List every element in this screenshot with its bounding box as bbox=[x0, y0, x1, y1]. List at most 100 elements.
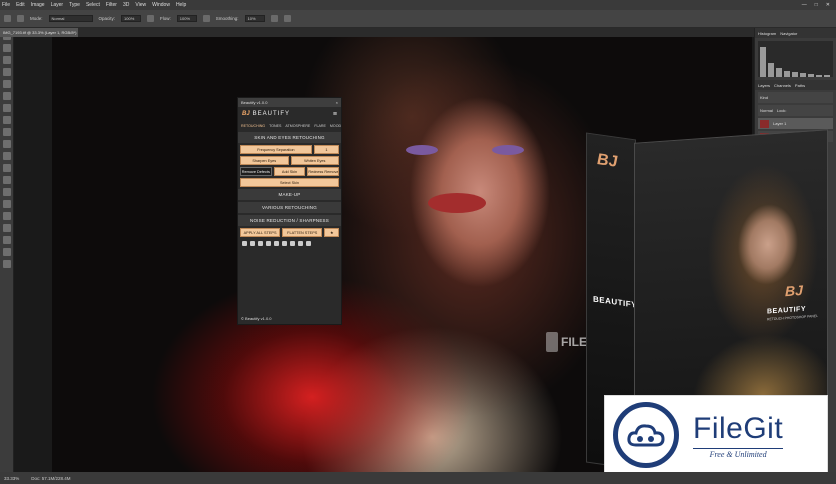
tab-atmosphere[interactable]: ATMOSPHERE bbox=[285, 124, 310, 128]
histogram-bar bbox=[792, 72, 798, 77]
menu-select[interactable]: Select bbox=[86, 2, 100, 8]
flow-field[interactable]: 100% bbox=[176, 15, 197, 22]
menu-layer[interactable]: Layer bbox=[51, 2, 64, 8]
pen-tool-icon[interactable] bbox=[2, 200, 11, 208]
remove-defects-button[interactable]: Remove Defects bbox=[240, 167, 272, 176]
grid-icon[interactable] bbox=[306, 241, 311, 246]
button-row: Sharpen Eyes Whiten Eyes bbox=[238, 156, 341, 165]
zoom-tool-icon[interactable] bbox=[2, 260, 11, 268]
tab-tones[interactable]: TONES bbox=[269, 124, 281, 128]
apply-all-steps-button[interactable]: APPLY ALL STEPS bbox=[240, 228, 281, 237]
document-tab[interactable]: IMG_7193.tif @ 33.3% (Layer 1, RGB/8*) bbox=[0, 28, 78, 37]
histogram-bar bbox=[784, 71, 790, 77]
blend-mode-select[interactable]: Normal bbox=[760, 108, 773, 113]
minimize-button[interactable]: — bbox=[802, 2, 807, 8]
menu-image[interactable]: Image bbox=[31, 2, 45, 8]
pressure-opacity-icon[interactable] bbox=[147, 15, 155, 22]
section-various-retouching[interactable]: VARIOUS RETOUCHING bbox=[238, 202, 341, 213]
shape-tool-icon[interactable] bbox=[2, 236, 11, 244]
healing-tool-icon[interactable] bbox=[2, 104, 11, 112]
hand-tool-icon[interactable] bbox=[2, 248, 11, 256]
dodge-icon[interactable] bbox=[274, 241, 279, 246]
maximize-button[interactable]: □ bbox=[815, 2, 818, 8]
burn-icon[interactable] bbox=[282, 241, 287, 246]
right-eye-makeup bbox=[492, 145, 524, 155]
airbrush-icon[interactable] bbox=[202, 15, 210, 22]
blur-tool-icon[interactable] bbox=[2, 176, 11, 184]
brush-tool-icon[interactable] bbox=[4, 15, 11, 22]
close-button[interactable]: ✕ bbox=[826, 2, 830, 8]
eraser-tool-icon[interactable] bbox=[2, 152, 11, 160]
filegit-logo bbox=[613, 402, 679, 468]
history-brush-icon[interactable] bbox=[2, 140, 11, 148]
panel-close-icon[interactable]: × bbox=[336, 98, 338, 107]
lasso-tool-icon[interactable] bbox=[2, 56, 11, 64]
section-skin-eyes[interactable]: SKIN AND EYES RETOUCHING bbox=[238, 132, 341, 143]
quick-select-tool-icon[interactable] bbox=[2, 68, 11, 76]
cloud-icon[interactable] bbox=[298, 241, 303, 246]
sharpen-eyes-button[interactable]: Sharpen Eyes bbox=[240, 156, 289, 165]
type-tool-icon[interactable] bbox=[2, 212, 11, 220]
square-icon[interactable] bbox=[250, 241, 255, 246]
tab-mood[interactable]: MOOD bbox=[330, 124, 341, 128]
menu-window[interactable]: Window bbox=[152, 2, 170, 8]
flatten-steps-button[interactable]: FLATTEN STEPS bbox=[282, 228, 323, 237]
menu-type[interactable]: Type bbox=[69, 2, 80, 8]
select-skin-button[interactable]: Select Skin bbox=[240, 178, 339, 187]
doc-size: Doc: 57.1M/228.4M bbox=[31, 475, 71, 481]
opacity-field[interactable]: 100% bbox=[121, 15, 142, 22]
stamp-icon[interactable] bbox=[266, 241, 271, 246]
mode-select[interactable]: Normal bbox=[48, 15, 93, 22]
tab-retouching[interactable]: RETOUCHING bbox=[241, 124, 265, 128]
filegit-badge: FileGit Free & Unlimited bbox=[604, 395, 828, 475]
tab-channels[interactable]: Channels bbox=[774, 83, 791, 88]
pen-icon[interactable] bbox=[258, 241, 263, 246]
layer-name[interactable]: Layer 1 bbox=[773, 121, 786, 126]
symmetry-icon[interactable] bbox=[283, 15, 291, 22]
crop-tool-icon[interactable] bbox=[2, 80, 11, 88]
whiten-eyes-button[interactable]: Whiten Eyes bbox=[290, 156, 339, 165]
cloud-icon bbox=[627, 424, 665, 447]
dodge-tool-icon[interactable] bbox=[2, 188, 11, 196]
tools-panel bbox=[0, 28, 14, 472]
menu-file[interactable]: File bbox=[2, 2, 10, 8]
menu-filter[interactable]: Filter bbox=[106, 2, 117, 8]
filegit-tagline: Free & Unlimited bbox=[693, 447, 784, 459]
tab-layers[interactable]: Layers bbox=[758, 83, 770, 88]
kind-filter[interactable]: Kind bbox=[760, 95, 768, 100]
brush-tool-icon[interactable] bbox=[2, 116, 11, 124]
beautify-footer: © Beautify v1.0.0 bbox=[241, 316, 272, 321]
brush-icon[interactable] bbox=[242, 241, 247, 246]
blend-mode-row[interactable]: Normal Lock: bbox=[758, 105, 833, 116]
favorite-button[interactable]: ★ bbox=[324, 228, 339, 237]
tab-flare[interactable]: FLARE bbox=[314, 124, 326, 128]
brush-preset-icon[interactable] bbox=[17, 15, 24, 22]
tab-paths[interactable]: Paths bbox=[795, 83, 805, 88]
section-makeup[interactable]: MAKE-UP bbox=[238, 189, 341, 200]
menu-help[interactable]: Help bbox=[176, 2, 186, 8]
add-skin-button[interactable]: Add Skin bbox=[273, 167, 306, 176]
menu-view[interactable]: View bbox=[135, 2, 146, 8]
layer-filter[interactable]: Kind bbox=[758, 92, 833, 103]
eyedropper-icon[interactable] bbox=[290, 241, 295, 246]
tab-navigator[interactable]: Navigator bbox=[780, 31, 797, 36]
tab-histogram[interactable]: Histogram bbox=[758, 31, 776, 36]
hamburger-menu-icon[interactable]: ≡ bbox=[333, 111, 337, 118]
menu-edit[interactable]: Edit bbox=[16, 2, 25, 8]
eyedropper-tool-icon[interactable] bbox=[2, 92, 11, 100]
frequency-layers-button[interactable]: 1 bbox=[313, 145, 339, 154]
beautify-titlebar[interactable]: Beautify v1.0.0 × bbox=[238, 98, 341, 107]
smoothing-field[interactable]: 10% bbox=[244, 15, 265, 22]
marquee-tool-icon[interactable] bbox=[2, 44, 11, 52]
stamp-tool-icon[interactable] bbox=[2, 128, 11, 136]
frequency-separation-button[interactable]: Frequency Separation bbox=[240, 145, 312, 154]
menu-3d[interactable]: 3D bbox=[123, 2, 129, 8]
button-row: APPLY ALL STEPS FLATTEN STEPS ★ bbox=[238, 228, 341, 237]
zoom-level[interactable]: 33.33% bbox=[4, 476, 19, 481]
layer-row[interactable]: Layer 1 bbox=[758, 118, 833, 129]
path-select-icon[interactable] bbox=[2, 224, 11, 232]
section-noise-sharpness[interactable]: NOISE REDUCTION / SHARPNESS bbox=[238, 215, 341, 226]
gear-icon[interactable] bbox=[270, 15, 278, 22]
redness-removal-button[interactable]: Redness Removal bbox=[307, 167, 340, 176]
gradient-tool-icon[interactable] bbox=[2, 164, 11, 172]
